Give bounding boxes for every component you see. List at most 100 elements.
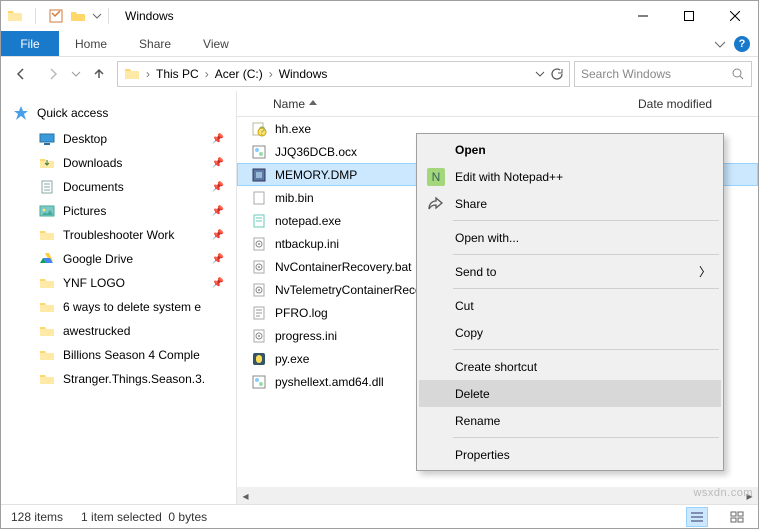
folder-icon — [39, 299, 55, 315]
scroll-left-icon[interactable]: ◂ — [237, 487, 254, 504]
file-type-icon — [251, 167, 267, 183]
sidebar-item-label: awestrucked — [63, 324, 130, 338]
nav-forward-button[interactable] — [39, 60, 67, 88]
sidebar-item[interactable]: Downloads📌 — [1, 151, 236, 175]
context-menu-label: Cut — [455, 299, 474, 313]
ribbon-file-tab[interactable]: File — [1, 31, 59, 56]
minimize-button[interactable] — [620, 1, 666, 31]
context-menu-separator — [453, 349, 719, 350]
context-menu-item[interactable]: Send to 〉 — [419, 258, 721, 285]
qat-dropdown-icon[interactable] — [92, 8, 102, 24]
sidebar-item[interactable]: Billions Season 4 Comple — [1, 343, 236, 367]
context-menu-item[interactable]: Delete — [419, 380, 721, 407]
context-menu-item[interactable]: Properties — [419, 441, 721, 468]
ribbon-tab-view[interactable]: View — [187, 31, 245, 56]
breadcrumb[interactable]: This PC — [152, 67, 203, 81]
context-menu-item[interactable]: Share — [419, 190, 721, 217]
sidebar-item[interactable]: awestrucked — [1, 319, 236, 343]
breadcrumb[interactable]: Windows — [275, 67, 332, 81]
nav-up-button[interactable] — [85, 60, 113, 88]
view-large-button[interactable] — [726, 507, 748, 527]
context-menu-item[interactable]: Rename — [419, 407, 721, 434]
close-button[interactable] — [712, 1, 758, 31]
context-menu-label: Open with... — [455, 231, 519, 245]
ribbon-expand-icon[interactable] — [714, 38, 726, 50]
file-type-icon — [251, 374, 267, 390]
context-menu-item[interactable]: Open — [419, 136, 721, 163]
file-type-icon — [251, 282, 267, 298]
sidebar-item-label: Stranger.Things.Season.3. — [63, 372, 205, 386]
sidebar-item-label: Downloads — [63, 156, 122, 170]
sidebar-item[interactable]: Stranger.Things.Season.3. — [1, 367, 236, 391]
sidebar-item[interactable]: Troubleshooter Work📌 — [1, 223, 236, 247]
folder-icon — [124, 66, 140, 82]
file-name: pyshellext.amd64.dll — [275, 375, 384, 389]
file-type-icon — [251, 236, 267, 252]
file-type-icon — [251, 328, 267, 344]
folder-icon — [39, 227, 55, 243]
horizontal-scrollbar[interactable]: ◂ ▸ — [237, 487, 758, 504]
refresh-icon[interactable] — [549, 67, 563, 81]
ribbon: File Home Share View ? — [1, 31, 758, 57]
context-menu-separator — [453, 220, 719, 221]
sidebar-item[interactable]: Desktop📌 — [1, 127, 236, 151]
navigation-pane[interactable]: Quick access Desktop📌Downloads📌Documents… — [1, 91, 237, 504]
context-menu-separator — [453, 254, 719, 255]
pictures-icon — [39, 203, 55, 219]
context-menu-item[interactable]: Cut — [419, 292, 721, 319]
nav-back-button[interactable] — [7, 60, 35, 88]
file-name: MEMORY.DMP — [275, 168, 357, 182]
sidebar-item[interactable]: YNF LOGO📌 — [1, 271, 236, 295]
sidebar-item[interactable]: Google Drive📌 — [1, 247, 236, 271]
status-bar: 128 items 1 item selected 0 bytes — [1, 504, 758, 528]
sort-indicator-icon — [309, 100, 317, 108]
help-icon[interactable]: ? — [734, 36, 750, 52]
column-headers: Name Date modified — [237, 91, 758, 117]
folder-icon — [39, 275, 55, 291]
column-date[interactable]: Date modified — [638, 97, 758, 111]
svg-text:N: N — [432, 170, 441, 184]
context-menu[interactable]: OpenNEdit with Notepad++Share Open with..… — [416, 133, 724, 471]
pin-icon: 📌 — [212, 182, 224, 193]
context-menu-label: Delete — [455, 387, 490, 401]
sidebar-item[interactable]: Pictures 📌 — [1, 199, 236, 223]
column-name[interactable]: Name — [237, 97, 638, 111]
maximize-button[interactable] — [666, 1, 712, 31]
file-type-icon — [251, 190, 267, 206]
sidebar-quick-access[interactable]: Quick access — [1, 99, 236, 127]
submenu-arrow-icon: 〉 — [699, 263, 711, 280]
file-name: JJQ36DCB.ocx — [275, 145, 357, 159]
qat-properties-icon[interactable] — [48, 8, 64, 24]
pin-icon: 📌 — [212, 206, 224, 217]
sidebar-item[interactable]: Documents 📌 — [1, 175, 236, 199]
documents-icon — [39, 179, 55, 195]
search-input[interactable]: Search Windows — [574, 61, 752, 87]
context-menu-item[interactable]: Open with... — [419, 224, 721, 251]
file-name: py.exe — [275, 352, 309, 366]
context-menu-separator — [453, 288, 719, 289]
context-menu-label: Send to — [455, 265, 496, 279]
sidebar-item-label: Google Drive — [63, 252, 133, 266]
nav-history-dropdown-icon[interactable] — [71, 69, 81, 79]
navigation-bar: This PC Acer (C:) Windows Search Windows — [1, 57, 758, 91]
sidebar-item-label: Pictures — [63, 204, 106, 218]
ribbon-tab-share[interactable]: Share — [123, 31, 187, 56]
pin-icon: 📌 — [212, 134, 224, 145]
sidebar-item[interactable]: 6 ways to delete system e — [1, 295, 236, 319]
qat-newfolder-icon[interactable] — [70, 8, 86, 24]
pin-icon: 📌 — [212, 278, 224, 289]
context-menu-item[interactable]: NEdit with Notepad++ — [419, 163, 721, 190]
watermark: wsxdn.com — [693, 487, 753, 499]
file-name: notepad.exe — [275, 214, 341, 228]
file-type-icon — [251, 213, 267, 229]
address-dropdown-icon[interactable] — [535, 69, 545, 79]
sidebar-item-label: Documents — [63, 180, 124, 194]
ribbon-tab-home[interactable]: Home — [59, 31, 123, 56]
context-menu-item[interactable]: Create shortcut — [419, 353, 721, 380]
address-bar[interactable]: This PC Acer (C:) Windows — [117, 61, 570, 87]
breadcrumb[interactable]: Acer (C:) — [211, 67, 267, 81]
sidebar-item-label: 6 ways to delete system e — [63, 300, 201, 314]
context-menu-item[interactable]: Copy — [419, 319, 721, 346]
folder-icon — [39, 347, 55, 363]
view-details-button[interactable] — [686, 507, 708, 527]
